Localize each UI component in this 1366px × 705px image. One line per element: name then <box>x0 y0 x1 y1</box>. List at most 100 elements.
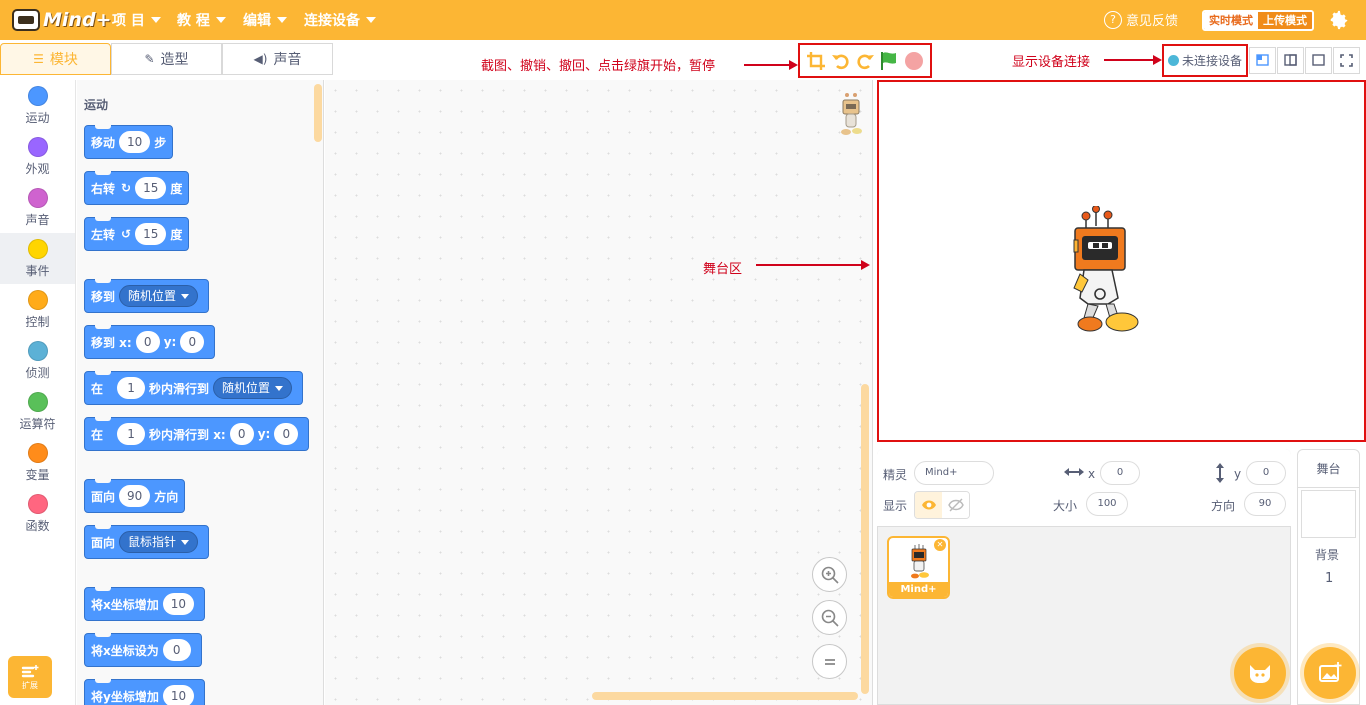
arrow-icon <box>1104 55 1162 65</box>
block-input[interactable]: 10 <box>119 131 151 153</box>
zoom-in-button[interactable] <box>812 557 847 592</box>
block-input[interactable]: 1 <box>117 377 146 399</box>
mind-robot-sprite[interactable] <box>1066 206 1142 340</box>
block-turn-right[interactable]: 右转 ↻ 15 度 <box>84 171 190 205</box>
block-input[interactable]: 0 <box>135 331 160 353</box>
hide-button[interactable] <box>942 492 969 518</box>
block-text: 将x坐标增加 <box>91 597 159 612</box>
script-area[interactable] <box>325 80 873 705</box>
menu-tutorial[interactable]: 教 程 <box>177 0 226 40</box>
block-input[interactable]: 0 <box>180 331 205 353</box>
visibility-toggle <box>914 491 970 519</box>
crop-icon[interactable] <box>805 50 827 72</box>
block-input[interactable]: 10 <box>162 593 195 615</box>
fullscreen-button[interactable] <box>1333 47 1360 74</box>
category-motion[interactable]: 运动 <box>0 80 75 131</box>
green-flag-icon[interactable] <box>878 50 900 72</box>
block-text: 步 <box>154 135 167 150</box>
block-turn-left[interactable]: 左转 ↺ 15 度 <box>84 217 190 251</box>
zoom-reset-button[interactable] <box>812 644 847 679</box>
block-dropdown[interactable]: 随机位置 <box>119 285 199 307</box>
x-input[interactable]: 0 <box>1100 461 1140 485</box>
device-status[interactable]: 未连接设备 <box>1162 44 1248 77</box>
block-move-steps[interactable]: 移动 10 步 <box>84 125 174 159</box>
stage-thumbnail[interactable] <box>1301 490 1356 538</box>
block-glide[interactable]: 在 1 秒内滑行到 随机位置 <box>84 371 304 405</box>
layout-small-stage-button[interactable] <box>1249 47 1276 74</box>
mode-upload-button[interactable]: 上传模式 <box>1258 12 1312 29</box>
block-input[interactable]: 15 <box>135 223 167 245</box>
sprite-name-input[interactable]: Mind+ <box>914 461 994 485</box>
block-input[interactable]: 0 <box>162 639 191 661</box>
script-vertical-scrollbar[interactable] <box>861 384 869 694</box>
chevron-down-icon <box>366 17 376 23</box>
add-sprite-button[interactable] <box>1234 647 1286 699</box>
gear-icon[interactable] <box>1328 9 1350 31</box>
block-point-direction[interactable]: 面向 90 方向 <box>84 479 186 513</box>
menu-connect-device[interactable]: 连接设备 <box>304 0 376 40</box>
mode-switch[interactable]: 实时模式 上传模式 <box>1202 10 1314 31</box>
category-functions[interactable]: 函数 <box>0 488 75 539</box>
block-input[interactable]: 0 <box>229 423 254 445</box>
block-dropdown[interactable]: 随机位置 <box>213 377 293 399</box>
toolbar-highlight-box <box>798 43 932 78</box>
category-variables[interactable]: 变量 <box>0 437 75 488</box>
tab-sounds[interactable]: ◀) 声音 <box>222 43 333 75</box>
category-looks[interactable]: 外观 <box>0 131 75 182</box>
palette-scrollbar[interactable] <box>314 84 322 142</box>
size-input[interactable]: 100 <box>1086 492 1128 516</box>
extension-button[interactable]: 扩展 <box>8 656 52 698</box>
menu-bar: Mind+ 项 目 教 程 编辑 连接设备 ? 意见反馈 实时模式 上传模式 <box>0 0 1366 40</box>
direction-input[interactable]: 90 <box>1244 492 1286 516</box>
category-label: 声音 <box>25 212 50 227</box>
menu-project[interactable]: 项 目 <box>112 0 161 40</box>
sprite-name-label: 精灵 <box>883 468 908 482</box>
undo-icon[interactable] <box>830 50 852 72</box>
redo-icon[interactable] <box>854 50 876 72</box>
category-operators[interactable]: 运算符 <box>0 386 75 437</box>
category-dot-icon <box>27 136 48 157</box>
stop-icon[interactable] <box>903 50 925 72</box>
hide-stage-icon <box>1312 54 1325 66</box>
tab-blocks-label: 模块 <box>49 52 78 68</box>
tab-costumes[interactable]: ✎ 造型 <box>111 43 222 75</box>
add-backdrop-button[interactable] <box>1304 647 1356 699</box>
blocks-icon: ☰ <box>33 52 44 66</box>
block-goto-xy[interactable]: 移到 x: 0 y: 0 <box>84 325 216 359</box>
block-change-y[interactable]: 将y坐标增加 10 <box>84 679 206 705</box>
category-control[interactable]: 控制 <box>0 284 75 335</box>
zoom-out-button[interactable] <box>812 600 847 635</box>
tab-blocks[interactable]: ☰ 模块 <box>0 43 111 75</box>
menu-edit[interactable]: 编辑 <box>243 0 287 40</box>
feedback-link[interactable]: ? 意见反馈 <box>1104 10 1178 29</box>
menu-edit-label: 编辑 <box>243 13 271 29</box>
layout-hide-stage-button[interactable] <box>1305 47 1332 74</box>
block-goto[interactable]: 移到 随机位置 <box>84 279 210 313</box>
mode-realtime-button[interactable]: 实时模式 <box>1204 12 1258 29</box>
app-logo[interactable]: Mind+ <box>12 6 111 34</box>
block-palette: 运动 移动 10 步 右转 ↻ 15 度 左转 ↺ 15 度 移到 随机位置 移… <box>77 80 324 705</box>
block-input[interactable]: 0 <box>274 423 299 445</box>
show-button[interactable] <box>915 492 942 518</box>
category-label: 变量 <box>25 467 50 482</box>
block-input[interactable]: 90 <box>119 485 151 507</box>
block-set-x[interactable]: 将x坐标设为 0 <box>84 633 202 667</box>
block-glide-xy[interactable]: 在 1 秒内滑行到 x: 0 y: 0 <box>84 417 310 451</box>
vertical-arrows-icon <box>1216 463 1224 483</box>
block-input[interactable]: 15 <box>135 177 167 199</box>
delete-sprite-icon[interactable]: ✕ <box>934 539 946 551</box>
category-dot-icon <box>27 442 48 463</box>
category-menu: 运动 外观 声音 事件 控制 侦测 运算符 变量 函数 <box>0 80 76 705</box>
script-horizontal-scrollbar[interactable] <box>592 692 858 700</box>
y-input[interactable]: 0 <box>1246 461 1286 485</box>
block-change-x[interactable]: 将x坐标增加 10 <box>84 587 206 621</box>
block-input[interactable]: 10 <box>162 685 195 705</box>
category-sensing[interactable]: 侦测 <box>0 335 75 386</box>
category-sound[interactable]: 声音 <box>0 182 75 233</box>
category-events[interactable]: 事件 <box>0 233 75 284</box>
layout-normal-stage-button[interactable] <box>1277 47 1304 74</box>
show-label: 显示 <box>883 499 908 513</box>
block-dropdown[interactable]: 鼠标指针 <box>119 531 199 553</box>
block-input[interactable]: 1 <box>117 423 146 445</box>
block-point-towards[interactable]: 面向 鼠标指针 <box>84 525 210 559</box>
